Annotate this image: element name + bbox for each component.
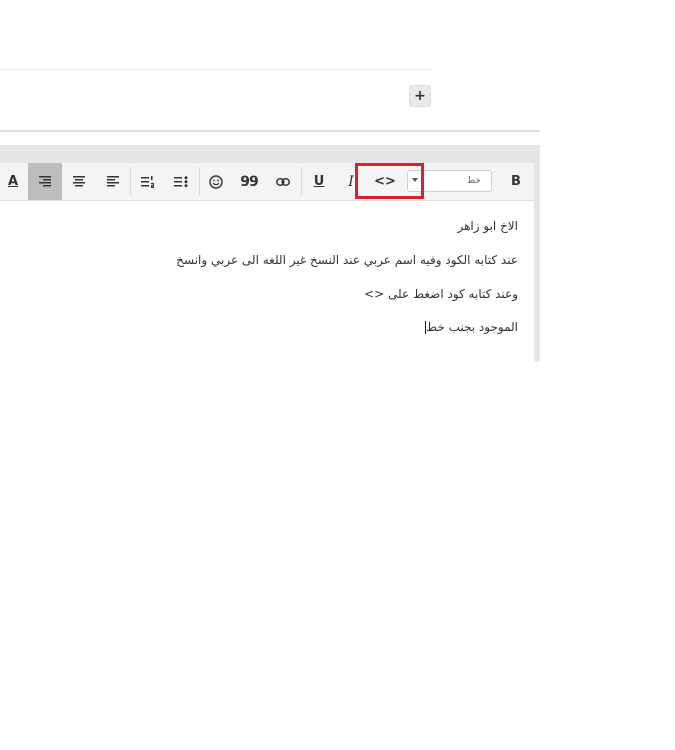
quote-button[interactable]: 99 xyxy=(232,163,266,200)
emoji-button[interactable] xyxy=(200,163,232,200)
toolbar-edge xyxy=(534,163,540,200)
bold-icon: B xyxy=(511,174,521,189)
link-icon xyxy=(276,177,290,186)
font-select-value: خط xyxy=(466,176,481,186)
editor-line: الاخ ابو زاهر xyxy=(457,219,518,233)
code-icon: <> xyxy=(374,174,396,189)
text-color-icon: A xyxy=(7,174,19,189)
quote-icon: 99 xyxy=(240,173,259,190)
page-top-area xyxy=(0,0,675,145)
underline-icon: U xyxy=(313,174,325,189)
align-left-icon xyxy=(107,176,119,187)
font-family-select[interactable]: خط xyxy=(407,170,492,192)
section-divider xyxy=(0,130,540,132)
ordered-list-icon xyxy=(141,175,154,188)
align-center-button[interactable] xyxy=(62,163,96,200)
underline-button[interactable]: U xyxy=(303,163,335,200)
toolbar-separator xyxy=(301,167,302,196)
add-button[interactable]: + xyxy=(409,85,431,107)
editor-line: عند كتابه الكود وفيه اسم عربي عند النسخ … xyxy=(176,253,518,267)
italic-button[interactable]: I xyxy=(340,163,362,200)
ordered-list-button[interactable] xyxy=(132,163,164,200)
unordered-list-button[interactable] xyxy=(164,163,198,200)
chevron-down-icon xyxy=(412,178,418,182)
link-button[interactable] xyxy=(266,163,300,200)
editor-line-text: الموجود بجنب خط xyxy=(425,320,518,334)
editor-content-area[interactable]: الاخ ابو زاهر عند كتابه الكود وفيه اسم ع… xyxy=(0,201,534,362)
align-right-button[interactable] xyxy=(28,163,62,200)
italic-icon: I xyxy=(348,173,354,190)
editor-line-with-caret: الموجود بجنب خط xyxy=(424,320,518,334)
text-color-button[interactable]: A xyxy=(0,163,26,200)
toolbar-separator xyxy=(130,167,131,196)
editor-line: وعند كتابه كود اضغط على <> xyxy=(364,287,518,301)
top-divider xyxy=(0,69,432,70)
smiley-icon xyxy=(209,174,223,189)
align-center-icon xyxy=(73,176,85,187)
bold-button[interactable]: B xyxy=(500,163,532,200)
code-button[interactable]: <> xyxy=(362,163,408,200)
unordered-list-icon xyxy=(174,175,188,187)
align-right-icon xyxy=(39,176,51,187)
align-left-button[interactable] xyxy=(96,163,130,200)
